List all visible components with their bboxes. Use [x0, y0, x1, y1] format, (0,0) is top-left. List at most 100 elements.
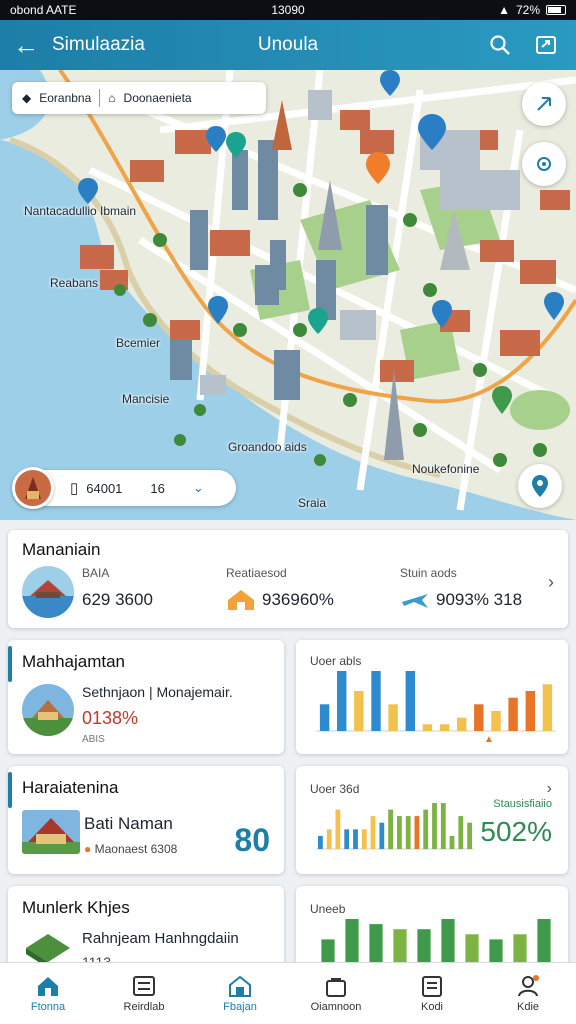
stat-value: 629 3600 [82, 590, 153, 609]
stat-value: 936960% [262, 590, 334, 609]
battery-icon [546, 5, 566, 15]
search-icon[interactable] [486, 31, 514, 59]
chart-bar [423, 809, 429, 849]
share-icon[interactable] [532, 31, 560, 59]
chart-bar [337, 671, 347, 731]
status-time: 13090 [271, 3, 305, 17]
bottom-nav: Ftonna Reirdlab Fbajan Oiamnoon Kodi Kdi… [0, 962, 576, 1024]
nav-item-home[interactable]: Ftonna [0, 963, 96, 1024]
chart-bar [318, 835, 323, 849]
house-icon [228, 590, 254, 610]
home-icon [38, 976, 58, 996]
chart-bar [439, 724, 450, 731]
bag-icon [326, 977, 346, 997]
chart-bar [542, 684, 553, 731]
card-b-title: Haraiatenina [22, 778, 119, 797]
nav-item-profile[interactable]: Kdie [480, 963, 576, 1024]
plane-icon [402, 594, 428, 608]
chart-bar [345, 919, 359, 965]
chart-bar [508, 697, 518, 731]
card-c-title: Munlerk Khjes [22, 898, 130, 917]
nav-item-shop[interactable]: Oiamnoon [288, 963, 384, 1024]
stat-label: Stuin aods [400, 566, 457, 580]
clipboard-icon: ▯ [70, 480, 79, 497]
chart-bar [414, 816, 420, 849]
card-b-value: 80 [234, 822, 270, 858]
card-a-title: Mahhajamtan [22, 652, 126, 671]
card-c-subtitle: Rahnjeam Hanhngdaiin [82, 930, 239, 947]
info-card-b[interactable]: Haraiatenina Bati Naman ● Maonaest 6308 … [8, 766, 284, 874]
card-a-note: ABIS [82, 734, 105, 745]
chevron-right-icon[interactable]: › [547, 780, 552, 798]
palace-thumbnail [22, 810, 80, 854]
chart-a-label: Uoer abls [310, 654, 362, 668]
card-a-subtitle: Sethnjaon | Monajemair. [82, 684, 233, 700]
card-accent [8, 646, 12, 682]
chart-bar [458, 816, 464, 849]
building-icon [229, 975, 251, 997]
chart-card-b[interactable]: Uoer 36d › Stausisfiaiio 502% [296, 766, 568, 874]
map-filter-chip[interactable]: ◆ Eoranbna ⌂ Doonaenieta [12, 82, 266, 114]
info-card-a[interactable]: Mahhajamtan Sethnjaon | Monajemair. 0138… [8, 640, 284, 754]
stat-value: 9093% 318 [436, 590, 523, 609]
nav-item-list[interactable]: Reirdlab [96, 963, 192, 1024]
chart-c-plot [316, 919, 556, 966]
chart-bar [397, 816, 402, 849]
chart-card-a[interactable]: Uoer abls ▲ [296, 640, 568, 754]
chart-bar [388, 809, 393, 849]
tag-icon: ◆ [22, 91, 32, 105]
chart-bar [449, 835, 455, 849]
chart-b-plot [316, 803, 474, 850]
map-label: Reabans [50, 276, 99, 290]
chart-bar [326, 829, 332, 849]
chart-a-plot [316, 671, 556, 732]
nav-label: Kodi [420, 1000, 444, 1013]
pin-small-icon: ● [84, 842, 92, 856]
nav-label: Oiamnoon [310, 1000, 362, 1013]
city-map[interactable]: ◆ Eoranbna ⌂ Doonaenieta Nantacadullio I… [0, 70, 576, 520]
chart-bar [369, 924, 383, 965]
map-label: Mancisie [122, 392, 170, 406]
chart-bar [319, 704, 330, 731]
chevron-right-icon[interactable]: › [548, 572, 554, 593]
nav-label: Ftonna [30, 1000, 66, 1013]
chevron-down-icon[interactable]: ⌄ [193, 480, 204, 496]
chart-bar [457, 717, 467, 731]
locate-button[interactable] [522, 142, 566, 186]
chart-bar [537, 919, 551, 965]
card-b-note-row: ● Maonaest 6308 [84, 842, 177, 856]
chart-b-percent: 502% [480, 816, 552, 847]
map-label: Bcemier [116, 336, 161, 350]
chart-bar [525, 691, 535, 731]
my-location-button[interactable] [518, 464, 562, 508]
stat-label: Reatiaesod [226, 566, 287, 580]
harbor-thumbnail [22, 566, 74, 618]
map-label: Sraia [298, 496, 327, 510]
chart-bar [422, 724, 433, 731]
card-a-value: 0138% [82, 708, 139, 728]
nav-label: Fbajan [223, 1000, 257, 1013]
summary-card[interactable]: Mananiain BAIA 629 3600 Reatiaesod 93696… [8, 530, 568, 628]
nav-item-buildings[interactable]: Fbajan [192, 963, 288, 1024]
temple-thumbnail [22, 684, 74, 736]
summary-title: Mananiain [22, 540, 101, 559]
location-pill[interactable]: ▯ 64001 16 ⌄ [12, 467, 236, 509]
chart-bar [474, 704, 484, 731]
chart-bar [440, 803, 446, 849]
back-arrow-icon[interactable]: ← [0, 30, 52, 61]
chip-right-label: Doonaenieta [123, 91, 192, 105]
target-icon [537, 157, 551, 171]
pill-count: 16 [150, 480, 165, 496]
map-label: Noukefonine [412, 462, 480, 476]
chart-b-label: Uoer 36d [310, 782, 360, 796]
caret-up-icon: ▲ [484, 734, 494, 745]
chart-bar [353, 829, 358, 849]
chart-b-side-label: Stausisfiaiio [493, 798, 552, 810]
nav-item-docs[interactable]: Kodi [384, 963, 480, 1024]
chart-bar [344, 829, 350, 849]
chart-bar [370, 816, 376, 849]
layers-button[interactable] [522, 82, 566, 126]
map-label: Groandoo aids [228, 440, 307, 454]
app-bar: ← Simulaazia Unoula [0, 20, 576, 70]
chip-divider [99, 89, 101, 107]
